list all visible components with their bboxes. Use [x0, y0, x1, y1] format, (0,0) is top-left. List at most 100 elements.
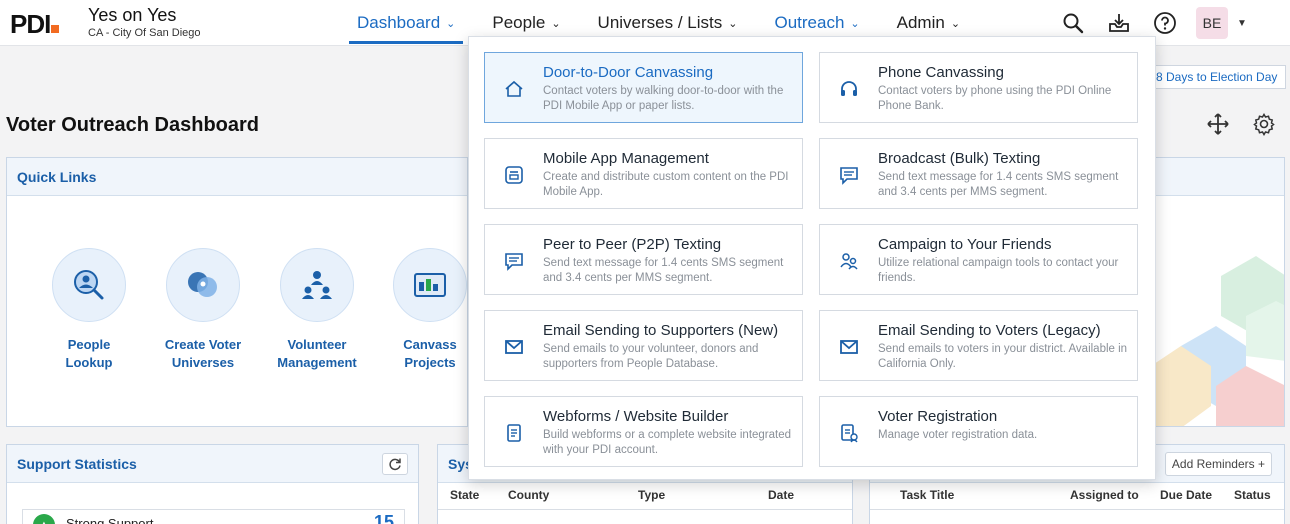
- logo-text: PDI: [10, 9, 51, 39]
- chevron-up-icon: ▲: [33, 514, 55, 524]
- headset-icon: [841, 81, 857, 96]
- column-header-type[interactable]: Type: [638, 488, 665, 502]
- plus-icon: +: [1257, 457, 1265, 471]
- quick-links-panel: Quick Links People Lookup Create Voter Uni…: [6, 157, 468, 427]
- menu-item-description: Utilize relational campaign tools to con…: [878, 257, 1119, 284]
- organization-location: CA - City Of San Diego: [88, 27, 201, 39]
- home-icon: [505, 80, 523, 97]
- voter-registration-icon: [841, 424, 858, 443]
- menu-item-title: Webforms / Website Builder: [543, 408, 729, 425]
- webform-icon: [507, 424, 521, 442]
- map-preview-panel: [1150, 157, 1285, 427]
- user-avatar[interactable]: BE: [1196, 7, 1228, 39]
- quick-link-create-voter-universes[interactable]: Create Voter Universes: [148, 248, 258, 372]
- menu-item-description: Send text message for 1.4 cents SMS segm…: [543, 257, 784, 284]
- chevron-down-icon: ⌄: [446, 17, 456, 30]
- quick-links-title: Quick Links: [7, 158, 467, 196]
- search-icon[interactable]: [1058, 8, 1088, 38]
- quick-link-label: Volunteer Management: [277, 337, 357, 370]
- nav-dashboard-label: Dashboard: [357, 13, 441, 32]
- gear-icon[interactable]: [1252, 112, 1276, 141]
- column-header-due-date[interactable]: Due Date: [1160, 488, 1212, 502]
- table-divider: [870, 509, 1284, 510]
- voter-universes-icon: [166, 248, 240, 322]
- column-header-county[interactable]: County: [508, 488, 549, 502]
- organization-info: Yes on Yes CA - City Of San Diego: [88, 5, 201, 39]
- map-preview-header: [1151, 158, 1284, 196]
- menu-item-description: Contact voters by phone using the PDI On…: [878, 85, 1112, 112]
- menu-item-description: Build webforms or a complete website int…: [543, 429, 792, 456]
- menu-item-voter-registration[interactable]: Voter Registration Manage voter registra…: [819, 396, 1138, 467]
- move-arrows-icon[interactable]: [1206, 112, 1230, 141]
- nav-outreach-label: Outreach: [774, 13, 845, 32]
- menu-item-title: Phone Canvassing: [878, 64, 1004, 81]
- menu-item-description: Manage voter registration data.: [878, 429, 1038, 441]
- column-header-date[interactable]: Date: [768, 488, 794, 502]
- menu-item-description: Send emails to your volunteer, donors an…: [543, 343, 759, 370]
- menu-item-title: Door-to-Door Canvassing: [543, 64, 714, 81]
- menu-item-title: Broadcast (Bulk) Texting: [878, 150, 1041, 167]
- chevron-down-icon: ⌄: [728, 17, 738, 30]
- message-icon: [505, 253, 523, 271]
- menu-item-webforms-website-builder[interactable]: Webforms / Website Builder Build webform…: [484, 396, 803, 467]
- nav-dashboard[interactable]: Dashboard ⌄: [349, 0, 464, 46]
- support-row-label: Strong Support: [66, 516, 154, 524]
- menu-item-title: Mobile App Management: [543, 150, 709, 167]
- email-icon: [840, 340, 858, 354]
- menu-item-title: Peer to Peer (P2P) Texting: [543, 236, 722, 253]
- hexagon-graphic: [1151, 256, 1284, 426]
- add-reminders-button[interactable]: Add Reminders +: [1164, 452, 1272, 476]
- menu-item-title: Email Sending to Voters (Legacy): [878, 322, 1101, 339]
- menu-item-description: Send emails to voters in your district. …: [878, 343, 1128, 370]
- logo-dot: [51, 25, 60, 33]
- email-icon: [505, 340, 523, 354]
- menu-item-door-to-door-canvassing[interactable]: Door-to-Door Canvassing Contact voters b…: [484, 52, 803, 123]
- menu-item-peer-to-peer-texting[interactable]: Peer to Peer (P2P) Texting Send text mes…: [484, 224, 803, 295]
- quick-link-label: Create Voter Universes: [164, 337, 242, 370]
- friends-icon: [840, 253, 858, 270]
- support-statistics-panel: Support Statistics ▲ Strong Support 15: [6, 444, 419, 524]
- column-header-task-title[interactable]: Task Title: [900, 488, 954, 502]
- nav-people-label: People: [492, 13, 546, 32]
- menu-item-email-sending-to-supporters[interactable]: Email Sending to Supporters (New) Send e…: [484, 310, 803, 381]
- support-statistics-title: Support Statistics: [7, 445, 418, 483]
- menu-item-campaign-to-your-friends[interactable]: Campaign to Your Friends Utilize relatio…: [819, 224, 1138, 295]
- nav-universes-label: Universes / Lists: [597, 13, 723, 32]
- election-countdown-badge: 8 Days to Election Day: [1150, 65, 1287, 89]
- support-row-value: 15: [373, 512, 394, 524]
- menu-item-mobile-app-management[interactable]: Mobile App Management Create and distrib…: [484, 138, 803, 209]
- quick-link-volunteer-management[interactable]: Volunteer Management: [262, 248, 372, 372]
- column-header-assigned-to[interactable]: Assigned to: [1070, 488, 1139, 502]
- organization-name: Yes on Yes: [88, 5, 177, 25]
- outreach-dropdown-menu: Door-to-Door Canvassing Contact voters b…: [468, 36, 1156, 480]
- table-divider: [438, 509, 852, 510]
- quick-link-label: People Lookup: [65, 337, 113, 370]
- chevron-down-icon: ⌄: [551, 17, 561, 30]
- download-tray-icon[interactable]: [1104, 8, 1134, 38]
- pdi-logo[interactable]: PDI: [10, 9, 60, 40]
- nav-admin-label: Admin: [896, 13, 945, 32]
- menu-item-description: Contact voters by walking door-to-door w…: [543, 85, 784, 112]
- menu-item-title: Voter Registration: [878, 408, 998, 425]
- column-header-status[interactable]: Status: [1234, 488, 1271, 502]
- mobile-app-icon: [505, 166, 523, 184]
- support-row-strong[interactable]: ▲ Strong Support 15: [22, 509, 405, 524]
- people-lookup-icon: [52, 248, 126, 322]
- menu-item-phone-canvassing[interactable]: Phone Canvassing Contact voters by phone…: [819, 52, 1138, 123]
- caret-down-icon[interactable]: ▼: [1237, 18, 1247, 29]
- menu-item-email-sending-to-voters[interactable]: Email Sending to Voters (Legacy) Send em…: [819, 310, 1138, 381]
- menu-item-broadcast-bulk-texting[interactable]: Broadcast (Bulk) Texting Send text messa…: [819, 138, 1138, 209]
- quick-link-people-lookup[interactable]: People Lookup: [34, 248, 144, 372]
- header-actions: BE ▼: [1058, 7, 1247, 39]
- canvass-projects-icon: [393, 248, 467, 322]
- refresh-icon[interactable]: [382, 453, 408, 475]
- menu-item-description: Send text message for 1.4 cents SMS segm…: [878, 171, 1119, 198]
- volunteer-icon: [280, 248, 354, 322]
- column-header-state[interactable]: State: [450, 488, 479, 502]
- menu-item-description: Create and distribute custom content on …: [543, 171, 789, 198]
- chevron-down-icon: ⌄: [850, 17, 860, 30]
- chevron-down-icon: ⌄: [950, 17, 961, 30]
- menu-item-title: Email Sending to Supporters (New): [543, 322, 779, 339]
- message-icon: [840, 167, 858, 185]
- help-icon[interactable]: [1150, 8, 1180, 38]
